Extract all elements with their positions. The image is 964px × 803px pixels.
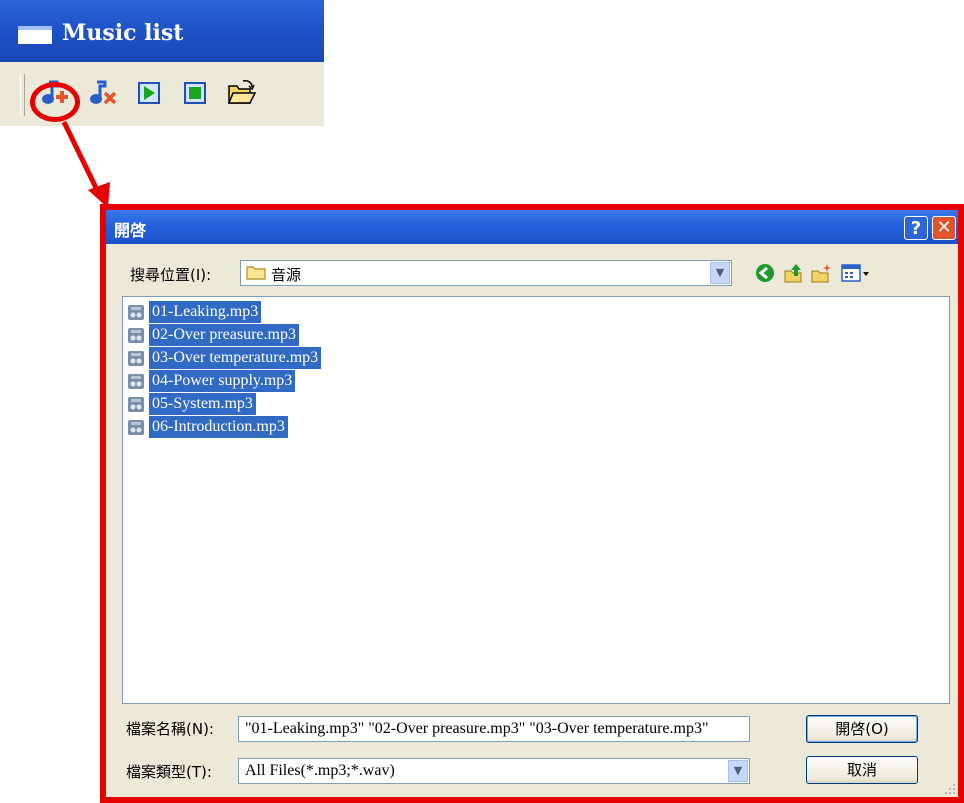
up-folder-icon [784,264,802,283]
play-button[interactable] [134,78,164,108]
audio-file-icon [128,351,144,366]
audio-file-icon [128,305,144,320]
view-menu-icon [841,264,869,282]
file-list-item-label: 06-Introduction.mp3 [149,416,288,438]
highlight-circle [30,82,80,122]
chevron-down-icon[interactable]: ▼ [710,262,730,284]
up-folder-button[interactable] [782,262,804,284]
music-list-title: Music list [62,20,184,46]
open-folder-icon [227,80,256,104]
remove-music-button[interactable] [88,78,118,108]
file-list[interactable]: 01-Leaking.mp3 02-Over preasure.mp3 03-Ove… [122,296,950,704]
file-list-item-label: 03-Over temperature.mp3 [149,347,322,369]
audio-file-icon [128,328,144,343]
file-type-dropdown[interactable]: All Files(*.mp3;*.wav) ▼ [238,758,750,784]
cancel-button[interactable]: 取消 [806,756,918,784]
folder-icon [246,266,266,280]
close-button[interactable]: ✕ [932,216,956,240]
file-name-value: "01-Leaking.mp3" "02-Over preasure.mp3" … [245,720,709,737]
file-list-item-label: 02-Over preasure.mp3 [149,324,299,346]
file-list-item-label: 05-System.mp3 [149,393,256,415]
stop-button[interactable] [180,78,210,108]
toolbar-grip[interactable] [20,74,25,116]
chevron-down-icon[interactable]: ▼ [728,760,748,782]
look-in-value: 音源 [271,266,302,284]
window-icon [18,26,52,44]
audio-file-icon [128,374,144,389]
view-menu-button[interactable] [840,262,870,284]
stop-icon [184,82,206,104]
look-in-label: 搜尋位置(I): [130,266,212,284]
file-type-label: 檔案類型(T): [126,763,212,781]
dialog-title: 開啓 [114,221,147,240]
look-in-dropdown[interactable]: 音源 ▼ [240,260,732,286]
file-name-input[interactable]: "01-Leaking.mp3" "02-Over preasure.mp3" … [238,716,750,742]
new-folder-button[interactable] [810,262,832,284]
resize-grip-icon[interactable] [944,783,956,795]
file-list-item-label: 04-Power supply.mp3 [149,370,296,392]
dialog-title-bar[interactable]: 開啓 ? ✕ [106,210,958,244]
open-button[interactable]: 開啓(O) [806,715,918,743]
file-name-label: 檔案名稱(N): [126,720,214,738]
help-button[interactable]: ? [904,216,928,240]
remove-music-icon [90,80,117,105]
new-folder-icon [811,264,831,283]
music-list-title-bar: Music list [0,0,324,62]
file-list-item-label: 01-Leaking.mp3 [149,301,262,323]
play-icon [138,82,160,104]
audio-file-icon [128,420,144,435]
back-arrow-icon [756,264,774,282]
open-file-dialog: 開啓 ? ✕ 搜尋位置(I): 音源 ▼ 01-Leaking.mp3 02-O… [106,210,958,797]
back-button[interactable] [754,262,776,284]
open-folder-button[interactable] [226,78,256,108]
file-type-value: All Files(*.mp3;*.wav) [245,762,395,779]
audio-file-icon [128,397,144,412]
